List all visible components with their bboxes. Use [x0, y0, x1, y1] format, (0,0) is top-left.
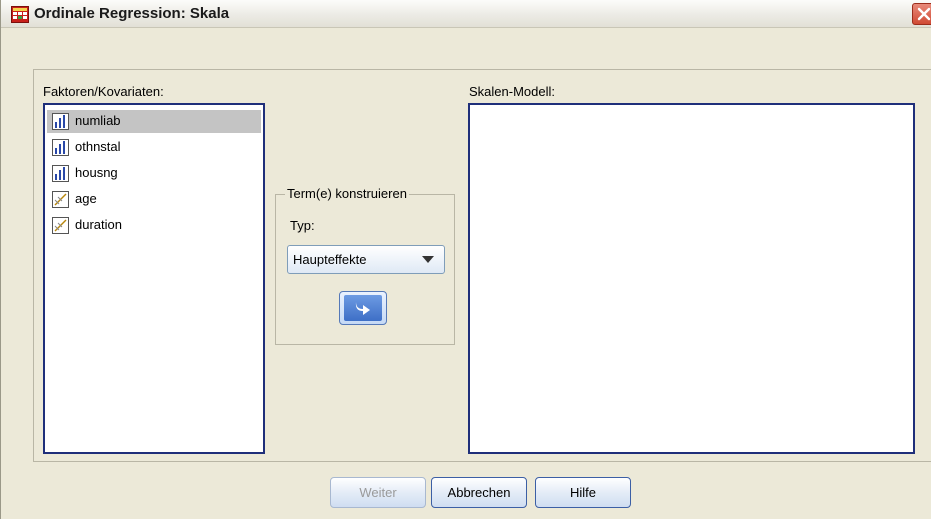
variable-label: duration [75, 217, 122, 232]
continue-button[interactable]: Weiter [330, 477, 426, 508]
ordinal-variable-icon [52, 165, 69, 182]
cancel-button[interactable]: Abbrechen [431, 477, 527, 508]
move-to-model-button[interactable] [339, 291, 387, 325]
dialog-title: Ordinale Regression: Skala [34, 5, 230, 22]
close-button[interactable] [912, 3, 931, 25]
variable-label: housng [75, 165, 118, 180]
move-button-face [344, 295, 382, 321]
list-item-age[interactable]: age [47, 188, 261, 211]
ordinal-regression-scale-dialog: Ordinale Regression: Skala Faktoren/Kova… [0, 0, 931, 519]
title-bar[interactable]: Ordinale Regression: Skala [1, 0, 931, 28]
list-item-othnstal[interactable]: othnstal [47, 136, 261, 159]
variable-label: numliab [75, 113, 121, 128]
scale-model-list[interactable] [468, 103, 915, 454]
type-label: Typ: [290, 218, 315, 233]
variable-label: othnstal [75, 139, 121, 154]
ordinal-variable-icon [52, 113, 69, 130]
type-dropdown-value: Haupteffekte [293, 252, 367, 267]
scale-variable-icon [52, 191, 69, 208]
spss-dialog-icon [11, 6, 29, 23]
scale-variable-icon [52, 217, 69, 234]
help-button[interactable]: Hilfe [535, 477, 631, 508]
scale-model-label: Skalen-Modell: [469, 84, 555, 99]
chevron-down-icon [422, 256, 434, 263]
ordinal-variable-icon [52, 139, 69, 156]
variable-label: age [75, 191, 97, 206]
build-term-group-label: Term(e) konstruieren [285, 186, 409, 201]
factors-label: Faktoren/Kovariaten: [43, 84, 164, 99]
factors-covariates-list[interactable]: numliab othnstal housng age duration [43, 103, 265, 454]
move-right-arrow-icon [355, 302, 370, 315]
type-dropdown[interactable]: Haupteffekte [287, 245, 445, 274]
list-item-housng[interactable]: housng [47, 162, 261, 185]
list-item-numliab[interactable]: numliab [47, 110, 261, 133]
close-icon [917, 7, 931, 21]
list-item-duration[interactable]: duration [47, 214, 261, 237]
